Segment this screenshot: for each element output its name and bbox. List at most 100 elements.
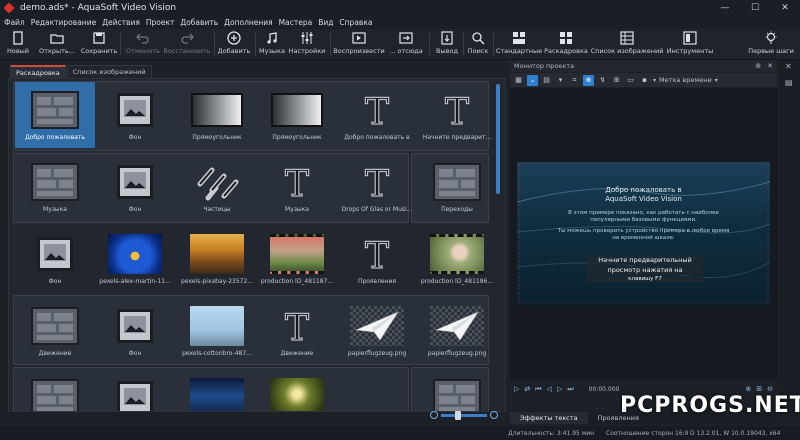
menu-wizards[interactable]: Мастера [279,18,313,27]
skip-end-icon[interactable]: ⏭ [567,385,573,394]
storyboard-tile[interactable]: papierflugzeug.png [337,298,417,364]
menu-help[interactable]: Справка [339,18,372,27]
step-back-icon[interactable]: ◁ [547,385,552,393]
storyboard-tile[interactable]: Добро пожаловать [15,82,95,148]
preview-frame[interactable]: Добро пожаловать в AquaSoft Video Vision… [517,162,770,305]
fullscreen-icon[interactable]: ▭ [625,75,636,86]
pin-icon[interactable]: ⊕ [755,62,761,70]
music-button[interactable]: Музыка [259,29,285,59]
menu-actions[interactable]: Действия [102,18,140,27]
close-button[interactable]: ✕ [770,0,800,16]
menu-view[interactable]: Вид [318,18,333,27]
export-button[interactable]: Вывод [435,29,459,59]
tab-image-list[interactable]: Список изображений [66,65,152,78]
search-icon [472,32,485,45]
maximize-button[interactable]: ☐ [740,0,770,16]
monitor-menu-icon[interactable]: ▪ [639,75,650,86]
storyboard-tile[interactable]: production ID_481186... [417,226,497,292]
tile-thumbnail [190,162,244,202]
storyboard-tile[interactable]: pexels-cottonbro-487... [177,298,257,364]
storyboard-tile[interactable]: Фон [95,82,175,148]
first-steps-button[interactable]: Первые шаги [748,29,794,59]
close-panel-icon[interactable]: ✕ [767,62,773,70]
settings-button[interactable]: Настройки [289,29,325,59]
new-file-icon [13,31,23,45]
storyboard-tile[interactable]: pexels-pixabay-23572... [177,226,257,292]
storyboard-tile[interactable]: T Drops Of Glas or Musi... [337,154,417,220]
scrollbar-thumb[interactable] [496,84,500,194]
storyboard-tile[interactable] [417,370,497,411]
storyboard-tile[interactable] [95,370,175,411]
storyboard-scrollbar[interactable] [495,84,501,404]
storyboard-tile[interactable] [257,370,337,411]
zoom-slider[interactable] [441,410,487,420]
loop-icon[interactable]: ⇄ [524,385,530,393]
layout-standard-button[interactable]: Стандартные [496,29,542,59]
fit-icon[interactable]: ⊞ [756,385,762,393]
storyboard-tile[interactable]: Частицы [177,154,257,220]
zoom-out-monitor-icon[interactable]: ⊖ [767,385,773,393]
save-button[interactable]: Сохранить [81,29,117,59]
tile-thumbnail [430,162,484,202]
menu-file[interactable]: Файл [4,18,25,27]
plus-circle-icon [227,31,241,45]
safe-area-icon[interactable]: ⌗ [569,75,580,86]
zoom-in-monitor-icon[interactable]: ⊕ [745,385,751,393]
storyboard-tile[interactable]: Движение [15,298,95,364]
overlay-icon[interactable]: ▦ [513,75,524,86]
layout-image-list-button[interactable]: Список изображений [591,29,663,59]
layout-tools-button[interactable]: Инструменты [667,29,713,59]
skip-start-icon[interactable]: ⏮ [535,385,541,394]
menu-edit[interactable]: Редактирование [31,18,96,27]
storyboard-tile[interactable]: production ID_481187... [257,226,337,292]
storyboard-tile[interactable] [177,370,257,411]
zoom-slider-knob[interactable] [455,410,461,420]
storyboard-tile[interactable]: Фон [95,154,175,220]
open-button[interactable]: Открыть... [39,29,75,59]
storyboard-tile[interactable]: T Движение [257,298,337,364]
play-button[interactable]: Воспроизвести [333,29,385,59]
snap-icon[interactable]: ↯ [597,75,608,86]
storyboard-tile[interactable]: Фон [15,226,95,292]
magnet-icon[interactable]: ⊕ [583,74,594,86]
storyboard-tile[interactable]: pexels-alex-martin-11... [95,226,175,292]
monitor-menu-dropdown[interactable]: ▾ [653,77,656,84]
play-from-here-button[interactable]: ... отсюда [388,29,424,59]
tile-caption: pexels-pixabay-23572... [180,278,254,285]
storyboard-tile[interactable]: Прямоугольник [257,82,337,148]
storyboard-tile[interactable]: Музыка [15,154,95,220]
add-button[interactable]: Добавить [217,29,251,59]
undo-button[interactable]: Отменить [125,29,161,59]
new-button[interactable]: Новый [6,29,30,59]
time-label-dropdown[interactable]: ▾ [715,77,718,84]
redo-button[interactable]: Восстановить [163,29,211,59]
close-side-icon[interactable]: ✕ [785,62,794,71]
zoom-out-icon[interactable] [430,411,438,419]
properties-icon[interactable]: ▤ [785,78,794,87]
tab-text-effects[interactable]: Эффекты текста [510,412,588,424]
storyboard-tile[interactable]: Переходы [417,154,497,220]
storyboard-tile[interactable]: T Музыка [257,154,337,220]
layout-storyboard-button[interactable]: Раскадровка [544,29,588,59]
menu-add[interactable]: Добавить [180,18,218,27]
storyboard-tile[interactable]: T Добро пожаловать в [337,82,417,148]
storyboard-tile[interactable]: Прямоугольник [177,82,257,148]
grid-settings-icon[interactable]: ▾ [555,75,566,86]
grid-icon[interactable]: ▤ [541,75,552,86]
zoom-in-icon[interactable] [490,411,498,419]
minimize-button[interactable]: — [710,0,740,16]
undo-icon [136,33,149,44]
storyboard-tile[interactable]: T Начните предварит... [417,82,497,148]
ruler-icon[interactable]: ⊞ [611,75,622,86]
guide-lines-icon[interactable]: ⌄ [527,74,538,86]
storyboard-tile[interactable]: T Проявления [337,226,417,292]
step-forward-icon[interactable]: ▷ [557,385,562,393]
search-button[interactable]: Поиск [467,29,489,59]
tab-storyboard[interactable]: Раскадровка [10,65,66,78]
storyboard-tile[interactable] [15,370,95,411]
storyboard-tile[interactable]: Фон [95,298,175,364]
menu-project[interactable]: Проект [146,18,175,27]
menu-addons[interactable]: Дополнения [224,18,273,27]
play-icon[interactable]: ▷ [514,385,519,393]
storyboard-tile[interactable]: papierflugzeug.png [417,298,497,364]
